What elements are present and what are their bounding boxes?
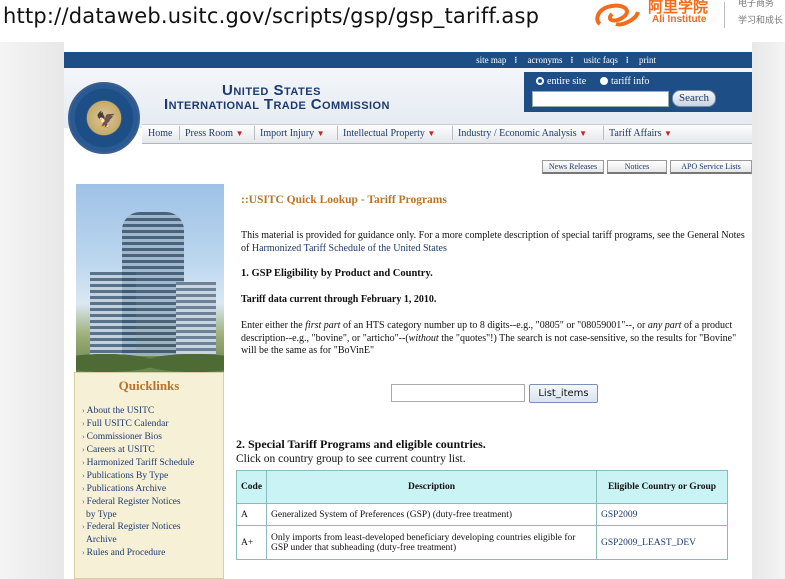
nav-industry-economic[interactable]: Industry / Economic Analysis ▼ xyxy=(458,128,587,139)
watermark-divider xyxy=(724,2,725,28)
photo-building-tower xyxy=(122,212,184,357)
print-link[interactable]: print xyxy=(639,55,656,65)
site-search-input[interactable] xyxy=(532,91,669,107)
code-cell: A+ xyxy=(236,525,267,560)
section-1-heading: 1. GSP Eligibility by Product and Countr… xyxy=(241,268,433,279)
utility-links: site map ⁝ acronyms ⁝ usitc faqs ⁝ print xyxy=(476,55,656,65)
group-link[interactable]: GSP2009 xyxy=(596,503,728,526)
page-title: ::USITC Quick Lookup - Tariff Programs xyxy=(241,194,447,206)
dropdown-arrow-icon: ▼ xyxy=(579,129,588,138)
dropdown-arrow-icon: ▼ xyxy=(235,129,244,138)
quicklink-rules-procedure[interactable]: › Rules and Procedure xyxy=(82,548,165,558)
watermark-brand-en: Ali Institute xyxy=(652,14,707,25)
column-header-group: Eligible Country or Group xyxy=(596,470,728,504)
radio-entire-site[interactable]: entire site xyxy=(536,76,586,87)
quicklink-fed-register-type-cont[interactable]: by Type xyxy=(86,510,117,520)
quicklink-publications-type[interactable]: › Publications By Type xyxy=(82,471,168,481)
section-2-heading: 2. Special Tariff Programs and eligible … xyxy=(236,437,486,451)
intro-paragraph: This material is provided for guidance o… xyxy=(241,230,745,254)
nav-divider xyxy=(452,126,453,140)
description-cell: Generalized System of Preferences (GSP) … xyxy=(266,503,597,526)
table-row: A Generalized System of Preferences (GSP… xyxy=(236,503,728,526)
nav-divider xyxy=(254,126,255,140)
instructions-paragraph: Enter either the first part of an HTS ca… xyxy=(241,320,737,357)
table-row: A+ Only imports from least-developed ben… xyxy=(236,525,728,560)
list-items-button[interactable]: List_items xyxy=(529,384,598,403)
search-button[interactable]: Search xyxy=(672,90,716,107)
column-header-description: Description xyxy=(266,470,597,504)
url-text: http://dataweb.usitc.gov/scripts/gsp/gsp… xyxy=(3,4,540,28)
tariff-lookup-input[interactable] xyxy=(391,384,525,402)
tab-apo-service-lists[interactable]: APO Service Lists xyxy=(670,160,752,174)
quicklink-calendar[interactable]: › Full USITC Calendar xyxy=(82,419,168,429)
nav-import-injury[interactable]: Import Injury ▼ xyxy=(260,128,325,139)
tab-notices[interactable]: Notices xyxy=(607,160,667,174)
quicklink-publications-archive[interactable]: › Publications Archive xyxy=(82,484,166,494)
faqs-link[interactable]: usitc faqs xyxy=(584,55,618,65)
quicklink-about[interactable]: › About the USITC xyxy=(82,406,154,416)
site-map-link[interactable]: site map xyxy=(476,55,506,65)
nav-tariff-affairs[interactable]: Tariff Affairs ▼ xyxy=(609,128,672,139)
watermark-tagline-2: 学习和成长 xyxy=(738,16,784,26)
radio-selected-icon[interactable] xyxy=(536,77,544,85)
quicklink-commissioner-bios[interactable]: › Commissioner Bios xyxy=(82,432,162,442)
nav-divider xyxy=(179,126,180,140)
watermark-tagline: 电子商务 xyxy=(738,0,775,9)
nav-divider xyxy=(603,126,604,140)
eagle-icon: 🦅 xyxy=(96,112,116,129)
group-link[interactable]: GSP2009_LEAST_DEV xyxy=(596,525,728,560)
web-page: site map ⁝ acronyms ⁝ usitc faqs ⁝ print en… xyxy=(64,42,752,579)
quicklink-hts[interactable]: › Harmonized Tariff Schedule xyxy=(82,458,194,468)
nav-home[interactable]: Home xyxy=(148,128,172,139)
page-gutter-left xyxy=(0,42,64,579)
dropdown-arrow-icon: ▼ xyxy=(316,129,325,138)
hts-link[interactable]: Harmonized Tariff Schedule of the United… xyxy=(252,243,447,254)
column-header-code: Code xyxy=(236,470,267,504)
tariff-programs-table: Code Description Eligible Country or Gro… xyxy=(236,470,728,560)
site-title-line2: International Trade Commission xyxy=(164,96,390,113)
quicklinks-title: Quicklinks xyxy=(118,378,180,393)
quicklink-fed-register-type[interactable]: › Federal Register Notices xyxy=(82,497,181,507)
acronyms-link[interactable]: acronyms xyxy=(528,55,563,65)
table-header-row: Code Description Eligible Country or Gro… xyxy=(236,470,728,504)
nav-intellectual-property[interactable]: Intellectual Property ▼ xyxy=(343,128,435,139)
description-cell: Only imports from least-developed benefi… xyxy=(266,525,597,560)
dropdown-arrow-icon: ▼ xyxy=(427,129,436,138)
dropdown-arrow-icon: ▼ xyxy=(664,129,672,138)
radio-unselected-icon[interactable] xyxy=(600,77,608,85)
usitc-seal-icon[interactable]: 🦅 xyxy=(68,82,140,154)
code-cell: A xyxy=(236,503,267,526)
section-2-subheading: Click on country group to see current co… xyxy=(236,453,466,465)
radio-tariff-info[interactable]: tariff info xyxy=(600,76,649,87)
quicklink-careers[interactable]: › Careers at USITC xyxy=(82,445,155,455)
nav-divider xyxy=(337,126,338,140)
page-gutter-right xyxy=(752,42,785,579)
data-current-note: Tariff data current through February 1, … xyxy=(241,294,437,305)
tab-news-releases[interactable]: News Releases xyxy=(542,160,604,174)
quicklink-fed-register-archive-cont[interactable]: Archive xyxy=(86,535,117,545)
nav-press-room[interactable]: Press Room ▼ xyxy=(185,128,243,139)
quicklink-fed-register-archive[interactable]: › Federal Register Notices xyxy=(82,522,181,532)
